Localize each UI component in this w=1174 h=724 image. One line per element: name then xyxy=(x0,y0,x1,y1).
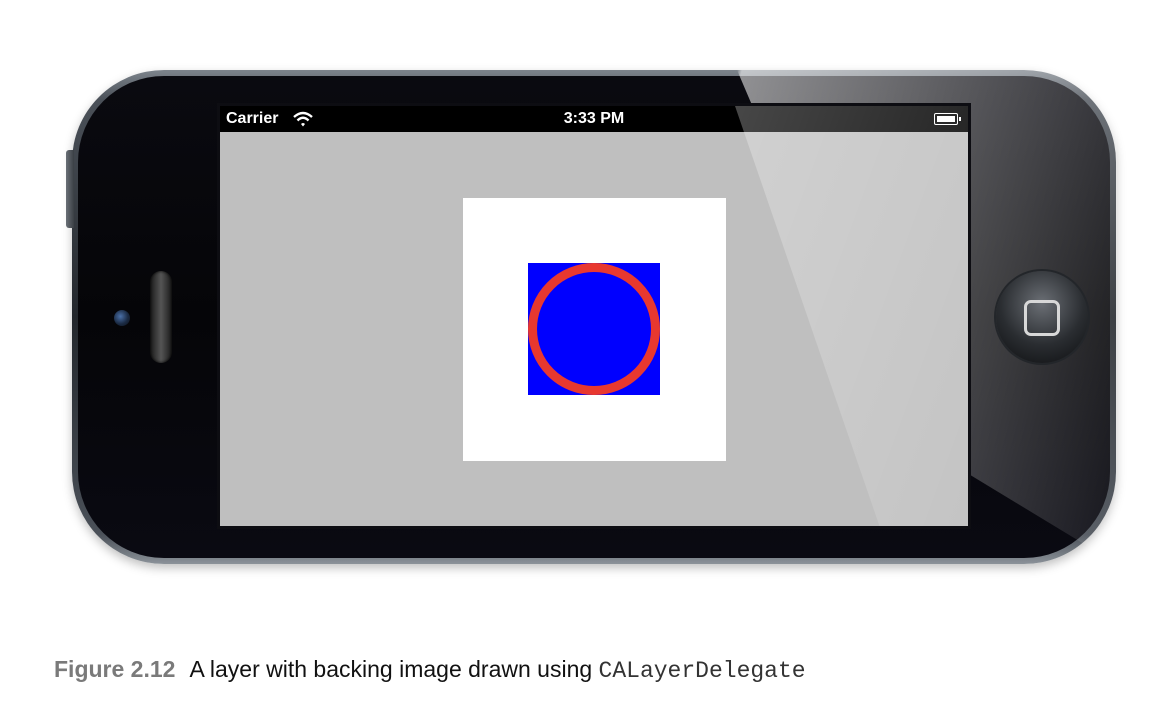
figure-label: Figure 2.12 xyxy=(54,656,176,682)
home-button[interactable] xyxy=(996,271,1088,363)
front-camera xyxy=(114,310,130,326)
caption-code: CALayerDelegate xyxy=(598,658,806,684)
volume-button[interactable] xyxy=(66,150,74,228)
status-bar: Carrier 3:33 PM xyxy=(220,106,968,132)
layer-view xyxy=(463,198,726,461)
caption-text: A layer with backing image drawn using xyxy=(189,656,599,682)
app-screen: Carrier 3:33 PM xyxy=(220,106,968,526)
figure-caption: Figure 2.12 A layer with backing image dr… xyxy=(54,656,806,684)
screen-glare xyxy=(735,106,968,526)
earpiece-speaker xyxy=(150,271,172,363)
home-square-icon xyxy=(1024,300,1060,336)
drawn-circle xyxy=(528,263,660,395)
status-time: 3:33 PM xyxy=(563,110,625,127)
battery-icon xyxy=(934,113,961,125)
backing-image xyxy=(528,263,660,395)
